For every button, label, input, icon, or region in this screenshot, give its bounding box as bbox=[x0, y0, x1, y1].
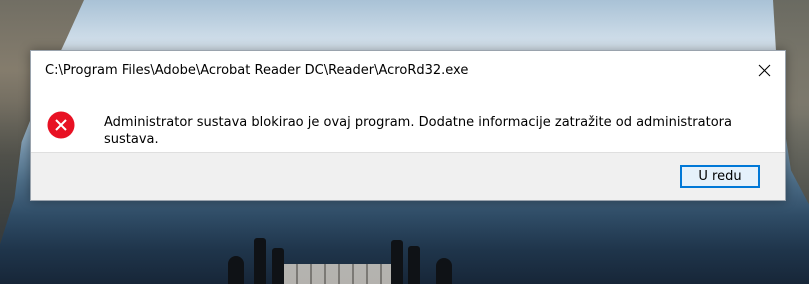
background-dock bbox=[228, 234, 458, 284]
dialog-titlebar[interactable]: C:\Program Files\Adobe\Acrobat Reader DC… bbox=[31, 51, 785, 91]
dock-post bbox=[272, 248, 284, 284]
dock-planks bbox=[284, 264, 392, 284]
dialog-message: Administrator sustava blokirao je ovaj p… bbox=[104, 115, 732, 147]
dock-post bbox=[408, 246, 420, 284]
dialog-title: C:\Program Files\Adobe\Acrobat Reader DC… bbox=[45, 63, 469, 78]
dock-post bbox=[436, 258, 452, 284]
dock-post bbox=[228, 256, 244, 284]
dock-post bbox=[391, 240, 403, 284]
close-button[interactable] bbox=[749, 57, 779, 83]
error-icon bbox=[47, 111, 75, 139]
ok-button[interactable]: U redu bbox=[680, 165, 760, 188]
dialog-footer: U redu bbox=[31, 152, 785, 200]
close-icon bbox=[758, 64, 770, 76]
dock-post bbox=[254, 238, 266, 284]
error-dialog: C:\Program Files\Adobe\Acrobat Reader DC… bbox=[30, 50, 786, 201]
desktop-background: C:\Program Files\Adobe\Acrobat Reader DC… bbox=[0, 0, 809, 284]
